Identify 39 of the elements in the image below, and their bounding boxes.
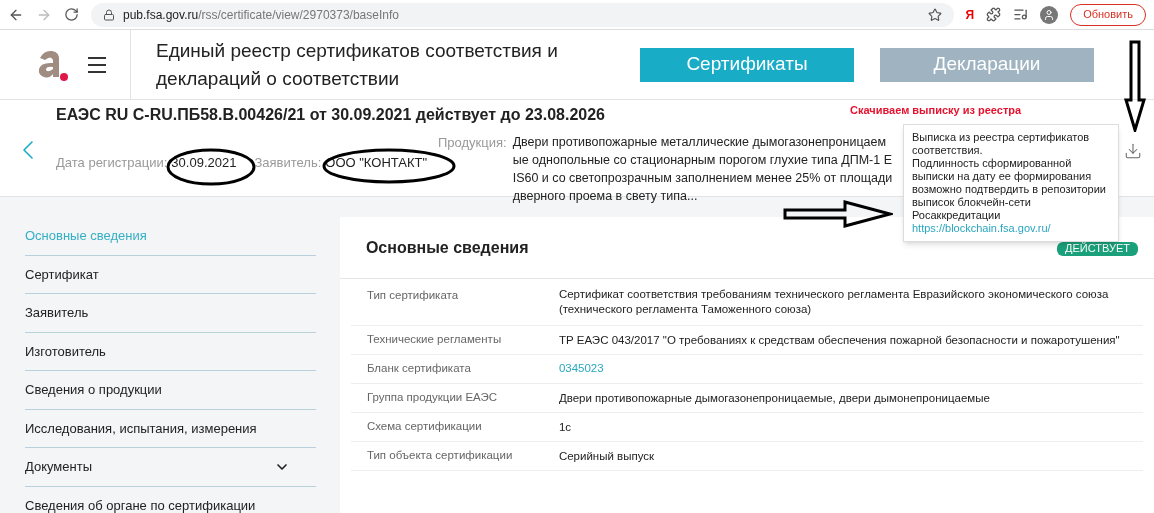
field-value: 1с (558, 419, 573, 435)
registry-title: Единый реестр сертификатов соответствия и деклараций о соответствии (156, 38, 559, 91)
media-icon[interactable] (1013, 7, 1029, 22)
sidebar-item[interactable]: Сертификат (25, 255, 316, 294)
field-label: Схема сертификации (365, 419, 483, 435)
field-label: Технические регламенты (365, 332, 503, 348)
url-text: pub.fsa.gov.ru/rss/certificate/view/2970373/baseInfo (123, 6, 399, 24)
product-label: Продукция: (438, 134, 507, 152)
card-title: Основные сведения (365, 237, 529, 258)
download-icon[interactable] (1124, 142, 1142, 160)
reload-icon[interactable] (64, 7, 79, 22)
field-value: Серийный выпуск (558, 448, 656, 464)
field-value: ТР ЕАЭС 043/2017 "О требованиях к средствам обеспечения пожарной безопасности и пожаротушения" (558, 332, 1121, 348)
sidebar-item[interactable]: Изготовитель (25, 332, 316, 371)
field-value: Двери противопожарные дымогазонепроницаемые, двери дымонепроницаемые (558, 390, 991, 406)
applicant-label: Заявитель: (254, 154, 322, 173)
profile-icon[interactable] (1040, 5, 1059, 24)
sidebar-item[interactable]: Сведения об органе по сертификации (25, 486, 316, 513)
field-label: Группа продукции ЕАЭС (365, 390, 499, 406)
certificate-title: ЕАЭС RU C-RU.ПБ58.В.00426/21 от 30.09.2021 действует до 23.08.2026 (56, 105, 605, 125)
sidebar-item[interactable]: Документы (25, 448, 316, 487)
sidebar-item[interactable]: Сведения о продукции (25, 371, 316, 410)
field-label: Бланк сертификата (365, 361, 472, 377)
lock-icon (103, 8, 115, 21)
yandex-extension[interactable]: Я (965, 5, 975, 24)
field-value: Сертификат соответствия требованиям технического регламента Евразийского экономического союза (технического регламента Таможенного союза) (558, 287, 1110, 317)
field-label: Тип объекта сертификации (365, 448, 514, 464)
star-icon[interactable] (927, 7, 942, 22)
registration-label: Дата регистрации: (56, 154, 168, 173)
address-bar[interactable]: pub.fsa.gov.ru/rss/certificate/view/2970373/baseInfo (91, 2, 954, 27)
extensions-icon[interactable] (986, 7, 1002, 22)
registration-date: 30.09.2021 (171, 154, 237, 173)
tooltip-text: Выписка из реестра сертификатов соответствия. Подлинность сформированной выписки на дату ее формирования возможно подтвердить в репозитории выписок блокчейн-сети Росаккредитации (912, 131, 1107, 222)
sidebar-item[interactable]: Исследования, испытания, измерения (25, 409, 316, 448)
field-label: Тип сертификата (365, 288, 460, 303)
menu-icon[interactable] (88, 56, 106, 73)
sidebar-item[interactable]: Заявитель (25, 294, 316, 333)
product-description: Двери противопожарные металлические дымогазонепроницаемые однопольные со стационарным порогом глухие типа ДПМ-1 EIS60 и со светопрозрачным заполнением менее 25% от площади дверного проема в свету типа... (512, 134, 894, 205)
annotation-note: Скачиваем выписку из реестра (850, 103, 1022, 118)
